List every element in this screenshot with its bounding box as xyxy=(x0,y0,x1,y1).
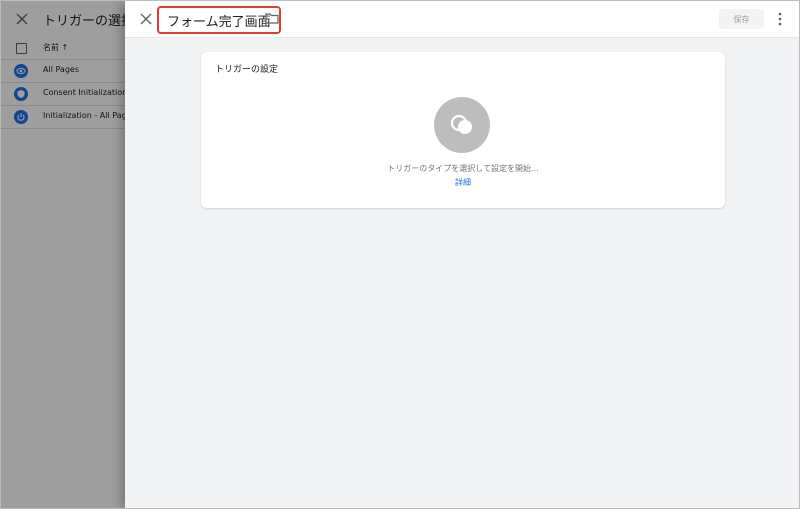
trigger-icon xyxy=(450,114,472,134)
folder-icon[interactable] xyxy=(265,12,279,24)
trigger-selection-panel: トリガーの選択 名前 ↑ All Pages Consent Initializ… xyxy=(1,1,134,508)
trigger-type-selector[interactable] xyxy=(434,97,490,153)
close-icon[interactable] xyxy=(137,10,155,28)
trigger-editor-sheet: フォーム完了画面 保存 トリガーの設定 トリガーのタイプを選択して設定を開始..… xyxy=(125,1,799,508)
trigger-hint-text: トリガーのタイプを選択して設定を開始... xyxy=(387,164,539,173)
trigger-name-field[interactable]: フォーム完了画面 xyxy=(157,6,281,34)
save-button[interactable]: 保存 xyxy=(719,9,764,29)
trigger-name: フォーム完了画面 xyxy=(167,14,271,30)
card-title: トリガーの設定 xyxy=(215,65,279,75)
window-frame: トリガーの選択 名前 ↑ All Pages Consent Initializ… xyxy=(0,0,800,509)
more-vert-icon[interactable] xyxy=(775,11,785,27)
empty-panel-area xyxy=(1,129,125,508)
editor-top-bar: フォーム完了画面 保存 xyxy=(125,1,799,38)
details-link[interactable]: 詳細 xyxy=(201,177,725,188)
trigger-configuration-card[interactable]: トリガーの設定 トリガーのタイプを選択して設定を開始... 詳細 xyxy=(201,52,725,208)
